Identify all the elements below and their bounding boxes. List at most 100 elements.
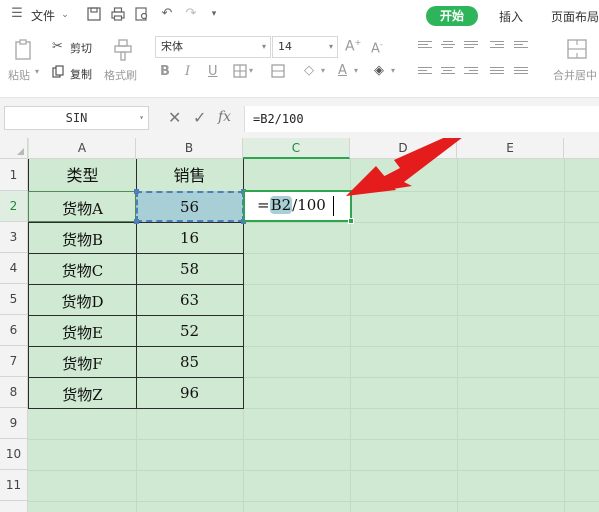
chevron-down-icon[interactable]: ⌄ [58,8,72,22]
eraser-icon[interactable]: ◈ [374,63,384,78]
chevron-down-icon[interactable]: ▾ [391,66,395,75]
paste-button-label[interactable]: 粘贴 [8,67,30,83]
align-middle-icon[interactable] [441,41,455,53]
cut-button[interactable]: 剪切 [70,40,92,56]
table-row-type[interactable]: 货物B [29,229,136,250]
print-icon[interactable] [111,7,125,21]
table-row-sales[interactable]: 96 [136,384,243,402]
borders-icon[interactable] [233,64,247,81]
table-row-sales[interactable]: 85 [136,353,243,371]
row-header-5[interactable]: 5 [0,284,28,315]
gridline [28,439,599,440]
align-left-icon[interactable] [418,67,432,79]
table-row-type[interactable]: 货物C [29,260,136,281]
align-center-icon[interactable] [441,67,455,79]
range-handle[interactable] [134,219,139,224]
table-row-sales[interactable]: 58 [136,260,243,278]
select-all-corner[interactable] [0,138,28,159]
merge-center-icon[interactable] [566,38,588,63]
row-header-2[interactable]: 2 [0,191,28,222]
range-handle[interactable] [134,189,139,194]
table-row-type[interactable]: 货物Z [29,384,136,405]
merge-cells-icon[interactable] [271,64,285,81]
confirm-icon[interactable]: ✓ [193,108,206,127]
paste-icon[interactable] [12,38,36,65]
increase-indent-icon[interactable] [514,41,528,53]
name-box-value: SIN [65,111,88,125]
name-box[interactable]: SIN ▾ [4,106,149,130]
column-header-a[interactable]: A [29,138,136,159]
chevron-down-icon[interactable]: ▾ [321,66,325,75]
row-header-1[interactable]: 1 [0,159,28,191]
increase-font-size-icon[interactable]: A+ [345,38,361,55]
function-icon[interactable]: fx [218,109,231,125]
table-row-sales[interactable]: 63 [136,291,243,309]
undo-icon[interactable]: ↶ [160,7,174,21]
header-cell-sales[interactable]: 销售 [136,162,243,186]
row-header-7[interactable]: 7 [0,346,28,377]
column-header-c[interactable]: C [243,138,350,159]
align-right-icon[interactable] [464,67,478,79]
align-bottom-icon[interactable] [464,41,478,53]
decrease-indent-icon[interactable] [490,41,504,53]
tab-home[interactable]: 开始 [426,6,478,26]
font-size-select[interactable]: 14 ▾ [272,36,338,58]
cell-editor-text[interactable]: =B2/100 [257,196,326,214]
underline-icon[interactable]: U [208,64,218,79]
row-header-9[interactable]: 9 [0,408,28,439]
gridline [28,470,599,471]
copy-button[interactable]: 复制 [70,66,92,82]
tab-page-layout[interactable]: 页面布局 [551,8,599,25]
format-painter-label[interactable]: 格式刷 [104,67,137,83]
file-menu[interactable]: 文件 [31,7,55,24]
formula-input[interactable]: =B2/100 [244,106,599,132]
font-color-icon[interactable]: A [338,63,347,78]
table-row-sales[interactable]: 16 [136,229,243,247]
decrease-font-size-icon[interactable]: A- [371,40,383,56]
row-header-3[interactable]: 3 [0,222,28,253]
align-top-icon[interactable] [418,41,432,53]
justify-icon[interactable] [490,67,504,79]
row-header-4[interactable]: 4 [0,253,28,284]
tab-insert[interactable]: 插入 [499,8,523,25]
bold-icon[interactable]: B [160,64,170,79]
font-name-select[interactable]: 宋体 ▾ [155,36,271,58]
italic-icon[interactable]: I [185,64,190,79]
column-header-f[interactable] [564,138,599,159]
table-row-type[interactable]: 货物F [29,353,136,374]
table-row-sales[interactable]: 56 [136,198,243,216]
row-header-6[interactable]: 6 [0,315,28,346]
paste-dropdown-icon[interactable]: ▾ [35,67,39,76]
quick-access-dropdown-icon[interactable]: ▾ [207,7,221,21]
chevron-down-icon[interactable]: ▾ [354,66,358,75]
save-icon[interactable] [87,7,101,21]
row-header-12[interactable] [0,501,28,512]
table-row-sales[interactable]: 52 [136,322,243,340]
spreadsheet-grid[interactable]: A B C D E 1 2 3 4 5 6 7 8 9 10 11 类型 销售 … [0,138,599,512]
hamburger-menu-icon[interactable]: ☰ [10,7,24,21]
merge-center-label[interactable]: 合并居中 [553,67,597,83]
table-row-type[interactable]: 货物A [29,198,136,219]
table-row-type[interactable]: 货物E [29,322,136,343]
fill-color-icon[interactable]: ◇ [304,63,314,78]
chevron-down-icon: ▾ [261,42,266,51]
header-cell-type[interactable]: 类型 [29,162,136,186]
gridline [564,159,565,512]
cancel-icon[interactable]: ✕ [168,108,181,127]
redo-icon[interactable]: ↷ [184,7,198,21]
print-preview-icon[interactable] [135,7,149,21]
scissors-icon[interactable]: ✂ [52,39,63,54]
column-header-b[interactable]: B [136,138,243,159]
formula-equals: = [257,196,270,214]
row-header-10[interactable]: 10 [0,439,28,470]
format-painter-icon[interactable] [112,38,134,65]
font-name-value: 宋体 [161,40,183,53]
distributed-align-icon[interactable] [514,67,528,79]
copy-icon[interactable] [52,65,64,81]
table-row-type[interactable]: 货物D [29,291,136,312]
row-header-8[interactable]: 8 [0,377,28,408]
chevron-down-icon[interactable]: ▾ [249,66,253,75]
fill-handle[interactable] [348,218,354,224]
row-header-11[interactable]: 11 [0,470,28,501]
ribbon-toolbar: 粘贴 ▾ ✂ 剪切 复制 格式刷 宋体 ▾ 14 ▾ A+ A- B I U ▾… [0,30,599,98]
